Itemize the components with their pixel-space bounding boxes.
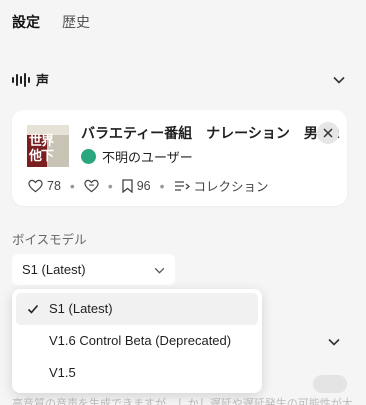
voice-model-selected: S1 (Latest) [22, 262, 86, 277]
chevron-down-icon [154, 262, 165, 277]
bookmark-icon [122, 178, 133, 193]
voice-stats: 78 • • 96 • コレクション [28, 176, 269, 195]
voice-model-label: ボイスモデル [12, 233, 87, 247]
top-tabs: 設定 歴史 [12, 12, 90, 32]
voice-section-header[interactable]: 声 [12, 70, 346, 89]
add-to-collection-button[interactable]: コレクション [174, 176, 269, 195]
setting-toggle[interactable] [313, 375, 347, 393]
heart-icon [28, 179, 43, 192]
model-option-label: V1.5 [49, 365, 76, 380]
model-option-s1[interactable]: S1 (Latest) [16, 293, 258, 325]
tab-history[interactable]: 歴史 [62, 12, 90, 32]
voice-model-select[interactable]: S1 (Latest) [12, 254, 175, 285]
separator-dot: • [107, 177, 113, 194]
voice-owner: 不明のユーザー [81, 147, 193, 166]
voice-thumbnail: 世界 他下 [27, 125, 69, 167]
voice-model-dropdown: S1 (Latest) V1.6 Control Beta (Deprecate… [12, 289, 262, 393]
voice-section-title: 声 [36, 73, 50, 88]
thumbnail-text-1: 世界 [29, 133, 54, 148]
heart-outline-icon [84, 179, 99, 192]
favorite-button[interactable] [84, 179, 99, 193]
playlist-add-icon [174, 180, 190, 191]
separator-dot: • [159, 177, 165, 194]
model-option-label: S1 (Latest) [49, 301, 113, 316]
separator-dot: • [69, 177, 75, 194]
bookmark-count: 96 [136, 178, 151, 193]
thumbnail-text-2: 他下 [29, 148, 54, 163]
model-option-v1-5[interactable]: V1.5 [16, 357, 258, 389]
bookmark-stat[interactable]: 96 [122, 179, 151, 193]
owner-name: 不明のユーザー [102, 150, 193, 165]
like-stat[interactable]: 78 [28, 179, 61, 193]
owner-avatar [81, 149, 96, 164]
like-count: 78 [47, 178, 61, 193]
model-option-v1-6[interactable]: V1.6 Control Beta (Deprecated) [16, 325, 258, 357]
collection-label: コレクション [193, 180, 269, 194]
tab-settings[interactable]: 設定 [12, 12, 40, 32]
check-icon [27, 304, 39, 314]
close-icon [323, 128, 333, 138]
model-description-text: 高音質の音声を生成できますが、しかし遅延や遅延発生の可能性が大 [12, 398, 353, 405]
remove-voice-button[interactable] [317, 122, 339, 144]
voice-name: バラエティー番組 ナレーション 男性2 [81, 125, 340, 141]
audio-waveform-icon [12, 72, 30, 87]
chevron-down-icon[interactable] [332, 73, 346, 87]
model-option-label: V1.6 Control Beta (Deprecated) [49, 333, 232, 348]
voice-card[interactable]: 世界 他下 バラエティー番組 ナレーション 男性2 不明のユーザー 78 • •… [12, 110, 347, 206]
chevron-down-icon[interactable] [328, 333, 340, 351]
